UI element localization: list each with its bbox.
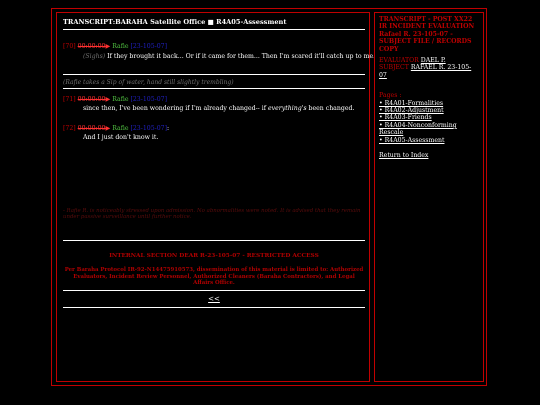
play-arrow-icon[interactable]: ▶	[105, 43, 110, 50]
transcript-entry-72: [72] 00:00:00▶ Rafie [23-105-07]:	[63, 125, 169, 132]
evaluator-row: EVALUATOR DAEL P.	[379, 57, 479, 64]
subject-row: SUBJECT RAFAEL R. 23-105-07	[379, 64, 479, 79]
entry-body-70: (Sighs) If they brought it back... Or if…	[83, 53, 375, 60]
transcript-entry-71: [71] 00:00:00▶ Rafie [23-105-07]	[63, 96, 167, 103]
stage-direction: (Sighs)	[83, 53, 106, 60]
divider	[63, 307, 365, 308]
page-link[interactable]: • R4A04-Nonconforming Rescale	[379, 122, 479, 137]
speaker-name: Rafie	[112, 125, 129, 132]
entry-timestamp-struck: 00:00:00	[77, 96, 106, 103]
entry-timestamp-struck: 00:00:00	[77, 125, 106, 132]
entry-emphasis: everything's	[267, 105, 307, 112]
entry-number: [71]	[63, 96, 76, 103]
speaker-name: Rafie	[112, 43, 129, 50]
transcript-title: TRANSCRIPT:BARAHA Satellite Office ■ R4A…	[63, 18, 287, 26]
transcript-entry-70: [70] 00:00:00▶ Rafie [23-105-07]	[63, 43, 167, 50]
page-link[interactable]: • R4A05-Assessment	[379, 137, 479, 144]
entry-text: If they brought it back... Or if it came…	[105, 53, 376, 60]
return-to-index-link[interactable]: Return to Index	[379, 152, 479, 159]
play-arrow-icon[interactable]: ▶	[105, 125, 110, 132]
entry-timestamp-struck: 00:00:00	[77, 43, 106, 50]
sidebar-header: TRANSCRIPT - POST XX22 IR INCIDENT EVALU…	[379, 16, 475, 53]
entry-text: And I just don't know it.	[83, 134, 159, 141]
internal-section-heading: INTERNAL SECTION DEAR R-23-105-07 - REST…	[109, 253, 319, 259]
entry-id: [23-105-07]	[130, 96, 168, 103]
access-notice: Per Baraha Protocol IR-92-N14475910573, …	[64, 267, 364, 287]
page-link[interactable]: • R4A02-Adjustment	[379, 107, 479, 114]
entry-text: since then, I've been wondering if I'm a…	[83, 105, 268, 112]
entry-number: [70]	[63, 43, 76, 50]
faded-evaluation-note: - Rafie R. is noticeably stressed upon a…	[63, 208, 361, 221]
evaluator-name: DAEL P.	[420, 57, 446, 65]
divider	[63, 290, 365, 291]
back-link[interactable]: <<	[63, 295, 365, 303]
stage-note: (Rafie takes a Sip of water, hand still …	[63, 79, 234, 86]
divider	[63, 29, 365, 30]
entry-number: [72]	[63, 125, 76, 132]
entry-body-71: since then, I've been wondering if I'm a…	[83, 105, 354, 112]
divider	[63, 74, 365, 75]
entry-colon: :	[167, 125, 170, 132]
pages-label: Pages :	[379, 92, 402, 100]
transcript-panel	[56, 12, 370, 382]
divider	[63, 88, 365, 89]
sidebar: TRANSCRIPT - POST XX22 IR INCIDENT EVALU…	[374, 12, 484, 382]
page-link[interactable]: • R4A03-Friends	[379, 114, 479, 121]
subject-label: SUBJECT	[379, 64, 409, 72]
speaker-name: Rafie	[112, 96, 129, 103]
play-arrow-icon[interactable]: ▶	[105, 96, 110, 103]
evaluator-label: EVALUATOR	[379, 57, 419, 65]
entry-id: [23-105-07]	[130, 125, 168, 132]
entry-text-tail: been changed.	[306, 105, 355, 112]
divider	[63, 240, 365, 241]
entry-id: [23-105-07]	[130, 43, 168, 50]
page-link[interactable]: • R4A01-Formalities	[379, 100, 479, 107]
entry-body-72: And I just don't know it.	[83, 134, 158, 141]
